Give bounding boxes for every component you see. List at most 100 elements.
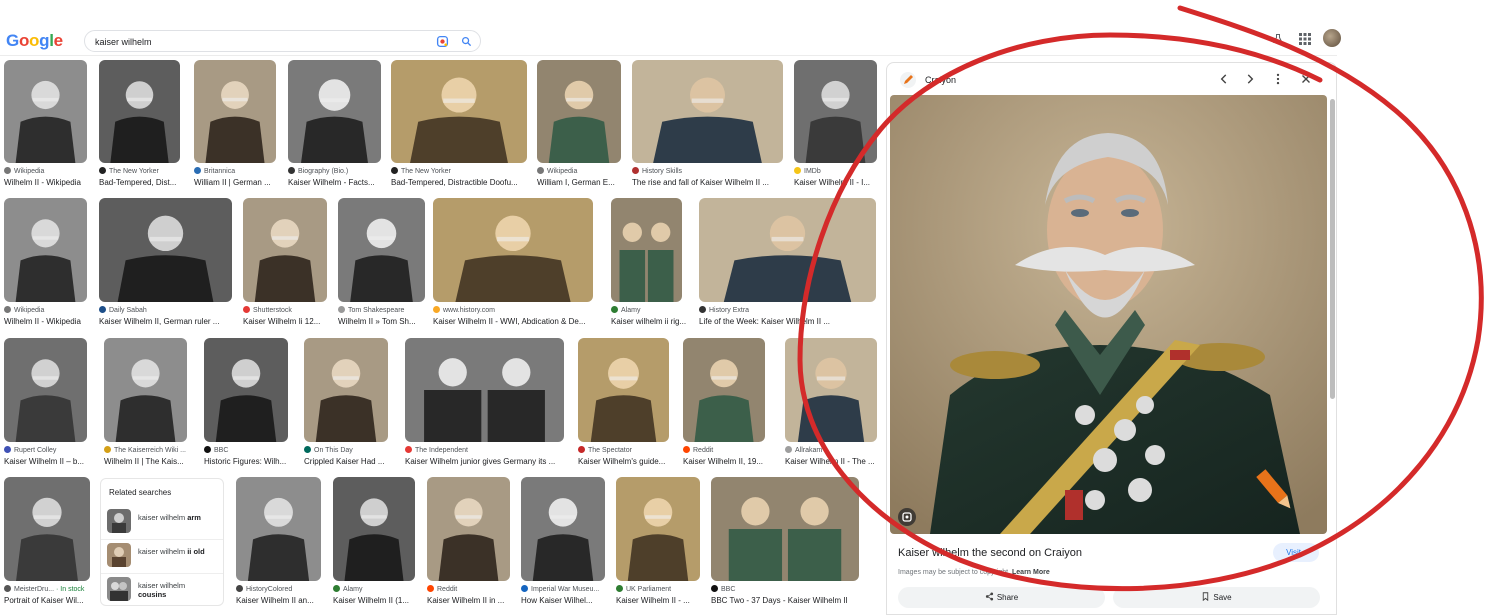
image-result-tile[interactable]: IMDb Kaiser Wilhelm II - I...: [794, 60, 877, 189]
next-image-icon[interactable]: [1243, 72, 1257, 86]
image-result-thumbnail[interactable]: [4, 338, 87, 442]
image-result-source[interactable]: History Extra: [699, 306, 876, 314]
image-result-source[interactable]: www.history.com: [433, 306, 593, 314]
image-result-tile[interactable]: UK Parliament Kaiser Wilhelm II - ...: [616, 477, 700, 607]
image-result-thumbnail[interactable]: [391, 60, 527, 163]
image-result-tile[interactable]: Alamy Kaiser wilhelm ii rig...: [611, 198, 686, 328]
image-result-source[interactable]: BBC: [711, 585, 859, 593]
image-result-thumbnail[interactable]: [683, 338, 765, 442]
image-result-tile[interactable]: MeisterDru... · In stock Portrait of Kais…: [4, 477, 90, 607]
search-icon[interactable]: [461, 36, 472, 47]
image-result-title[interactable]: The rise and fall of Kaiser Wilhelm II .…: [632, 178, 787, 187]
image-result-source[interactable]: The Independent: [405, 446, 564, 454]
image-result-thumbnail[interactable]: [405, 338, 564, 442]
image-result-source[interactable]: Shutterstock: [243, 306, 327, 314]
image-result-tile[interactable]: Rupert Colley Kaiser Wilhelm II – b...: [4, 338, 87, 468]
image-result-tile[interactable]: History Extra Life of the Week: Kaiser Wi…: [699, 198, 876, 328]
image-result-source[interactable]: History Skills: [632, 167, 783, 175]
image-result-tile[interactable]: BBC BBC Two - 37 Days - Kaiser Wilhelm II: [711, 477, 859, 607]
image-result-tile[interactable]: Reddit Kaiser Wilhelm II, 19...: [683, 338, 765, 468]
related-search-item[interactable]: kaiser wilhelm arm: [107, 509, 221, 535]
image-result-tile[interactable]: Daily Sabah Kaiser Wilhelm II, German rul…: [99, 198, 232, 328]
image-result-tile[interactable]: On This Day Crippled Kaiser Had ...: [304, 338, 388, 468]
image-result-tile[interactable]: The Kaiserreich Wiki ... Wilhelm II | The…: [104, 338, 187, 468]
image-result-source[interactable]: HistoryColored: [236, 585, 321, 593]
image-result-thumbnail[interactable]: [99, 198, 232, 302]
panel-source-name[interactable]: Craiyon: [925, 75, 956, 85]
google-logo[interactable]: Google: [6, 31, 63, 51]
image-result-tile[interactable]: www.history.com Kaiser Wilhelm II - WWI, …: [433, 198, 593, 328]
apps-grid-icon[interactable]: [1299, 33, 1311, 45]
image-result-tile[interactable]: Wikipedia William I, German E...: [537, 60, 621, 189]
image-result-source[interactable]: UK Parliament: [616, 585, 700, 593]
image-result-title[interactable]: Kaiser Wilhelm Ii 12...: [243, 317, 331, 326]
image-result-title[interactable]: Wilhelm II | The Kais...: [104, 457, 191, 466]
image-result-thumbnail[interactable]: [521, 477, 605, 581]
image-result-thumbnail[interactable]: [304, 338, 388, 442]
image-result-title[interactable]: Kaiser Wilhelm II – b...: [4, 457, 91, 466]
image-result-thumbnail[interactable]: [699, 198, 876, 302]
preview-title[interactable]: Kaiser wilhelm the second on Craiyon: [898, 547, 1082, 559]
image-result-thumbnail[interactable]: [4, 198, 87, 302]
image-result-source[interactable]: IMDb: [794, 167, 877, 175]
image-result-title[interactable]: Kaiser Wilhelm II - I...: [794, 178, 881, 187]
account-avatar[interactable]: [1323, 29, 1341, 47]
image-result-thumbnail[interactable]: [616, 477, 700, 581]
image-result-thumbnail[interactable]: [99, 60, 180, 163]
share-button[interactable]: Share: [898, 587, 1105, 608]
image-result-title[interactable]: Wilhelm II - Wikipedia: [4, 178, 91, 187]
image-result-source[interactable]: Wikipedia: [4, 167, 87, 175]
image-result-source[interactable]: Allrakam: [785, 446, 877, 454]
image-result-thumbnail[interactable]: [711, 477, 859, 581]
image-result-thumbnail[interactable]: [433, 198, 593, 302]
image-result-source[interactable]: MeisterDru... · In stock: [4, 585, 90, 593]
image-result-tile[interactable]: Shutterstock Kaiser Wilhelm Ii 12...: [243, 198, 327, 328]
image-result-source[interactable]: Daily Sabah: [99, 306, 232, 314]
close-icon[interactable]: [1299, 72, 1313, 86]
image-result-title[interactable]: Bad-Tempered, Distractible Doofu...: [391, 178, 531, 187]
image-result-tile[interactable]: Tom Shakespeare Wilhelm II » Tom Sh...: [338, 198, 425, 328]
image-result-tile[interactable]: History Skills The rise and fall of Kaise…: [632, 60, 783, 189]
image-result-thumbnail[interactable]: [338, 198, 425, 302]
image-result-thumbnail[interactable]: [785, 338, 877, 442]
image-result-tile[interactable]: Biography (Bio.) Kaiser Wilhelm - Facts..…: [288, 60, 381, 189]
image-result-tile[interactable]: Britannica William II | German ...: [194, 60, 276, 189]
image-result-title[interactable]: Kaiser Wilhelm II, 19...: [683, 457, 769, 466]
image-result-source[interactable]: Britannica: [194, 167, 276, 175]
image-result-source[interactable]: Rupert Colley: [4, 446, 87, 454]
image-result-thumbnail[interactable]: [537, 60, 621, 163]
image-result-tile[interactable]: The New Yorker Bad-Tempered, Dist...: [99, 60, 180, 189]
image-result-source[interactable]: The Spectator: [578, 446, 669, 454]
image-result-title[interactable]: William II | German ...: [194, 178, 280, 187]
image-result-thumbnail[interactable]: [632, 60, 783, 163]
learn-more-link[interactable]: Learn More: [1012, 569, 1050, 576]
previous-image-icon[interactable]: [1217, 72, 1231, 86]
preview-image[interactable]: [890, 95, 1327, 534]
image-result-tile[interactable]: BBC Historic Figures: Wilh...: [204, 338, 288, 468]
image-result-source[interactable]: Wikipedia: [537, 167, 621, 175]
image-result-thumbnail[interactable]: [194, 60, 276, 163]
image-result-source[interactable]: The New Yorker: [99, 167, 180, 175]
image-result-source[interactable]: Biography (Bio.): [288, 167, 381, 175]
image-result-tile[interactable]: Alamy Kaiser Wilhelm II (1...: [333, 477, 415, 607]
image-result-thumbnail[interactable]: [204, 338, 288, 442]
image-result-tile[interactable]: Allrakam Kaiser Wilhelm II - The ...: [785, 338, 877, 468]
search-input[interactable]: [95, 34, 415, 49]
image-result-title[interactable]: BBC Two - 37 Days - Kaiser Wilhelm II: [711, 596, 863, 605]
image-result-title[interactable]: Life of the Week: Kaiser Wilhelm II ...: [699, 317, 880, 326]
camera-lens-icon[interactable]: [436, 35, 449, 48]
save-button[interactable]: Save: [1113, 587, 1320, 608]
image-result-title[interactable]: Kaiser wilhelm ii rig...: [611, 317, 686, 326]
image-result-thumbnail[interactable]: [427, 477, 510, 581]
image-result-thumbnail[interactable]: [4, 60, 87, 163]
image-result-title[interactable]: Historic Figures: Wilh...: [204, 457, 292, 466]
image-result-title[interactable]: William I, German E...: [537, 178, 625, 187]
image-result-title[interactable]: Kaiser Wilhelm - Facts...: [288, 178, 385, 187]
image-result-tile[interactable]: Reddit Kaiser Wilhelm II in ...: [427, 477, 510, 607]
image-result-title[interactable]: Kaiser Wilhelm II (1...: [333, 596, 419, 605]
image-result-source[interactable]: The New Yorker: [391, 167, 527, 175]
image-result-source[interactable]: Alamy: [611, 306, 682, 314]
image-result-title[interactable]: Kaiser Wilhelm II an...: [236, 596, 325, 605]
image-result-thumbnail[interactable]: [236, 477, 321, 581]
image-result-tile[interactable]: The New Yorker Bad-Tempered, Distractible…: [391, 60, 527, 189]
